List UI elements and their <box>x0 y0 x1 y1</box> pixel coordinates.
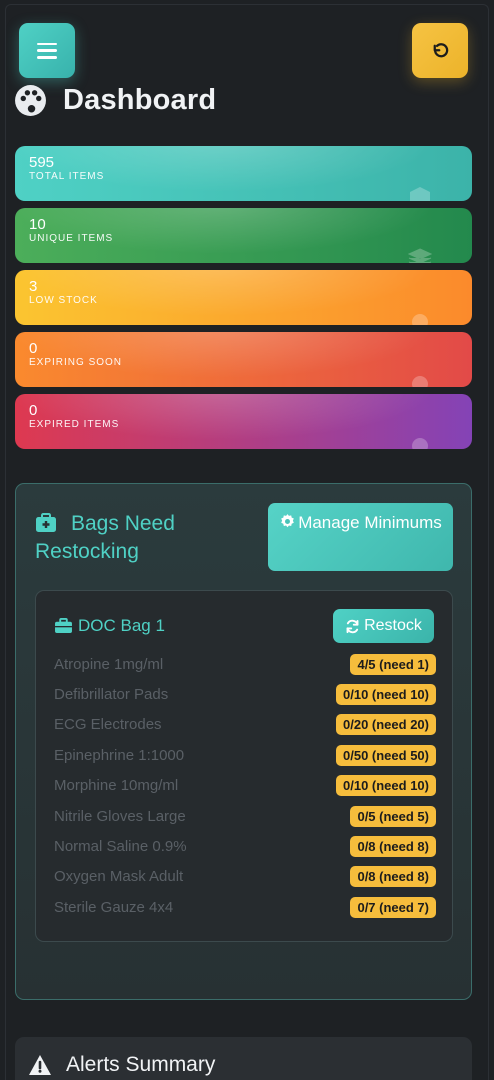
layers-icon <box>408 248 432 263</box>
restock-panel: Bags Need Restocking Manage Minimums DOC… <box>15 483 472 1000</box>
list-item: Atropine 1mg/ml 4/5 (need 1) <box>54 653 436 677</box>
gear-icon <box>281 514 294 528</box>
stat-card-expiring-soon[interactable]: 0 Expiring Soon <box>15 332 472 387</box>
list-item: ECG Electrodes 0/20 (need 20) <box>54 713 436 737</box>
list-item: Normal Saline 0.9% 0/8 (need 8) <box>54 835 436 859</box>
manage-minimums-label: Manage Minimums <box>298 513 442 532</box>
restock-button[interactable]: Restock <box>333 609 434 643</box>
list-item: Defibrillator Pads 0/10 (need 10) <box>54 683 436 707</box>
item-name: Atropine 1mg/ml <box>54 656 164 673</box>
item-name: Sterile Gauze 4x4 <box>54 899 174 916</box>
warning-icon <box>29 1055 51 1075</box>
need-badge: 0/5 (need 5) <box>350 806 436 827</box>
panel-title: Bags Need Restocking <box>35 510 245 566</box>
stat-card-total-items[interactable]: 595 Total Items <box>15 146 472 201</box>
page-header: Dashboard <box>14 82 216 118</box>
x-circle-icon <box>412 438 428 449</box>
list-item: Sterile Gauze 4x4 0/7 (need 7) <box>54 896 436 920</box>
palette-icon <box>15 84 46 116</box>
manage-minimums-button[interactable]: Manage Minimums <box>268 503 453 571</box>
stat-card-expired-items[interactable]: 0 Expired Items <box>15 394 472 449</box>
alerts-title: Alerts Summary <box>28 1053 215 1077</box>
arrow-down-icon <box>412 314 428 325</box>
list-item: Morphine 10mg/ml 0/10 (need 10) <box>54 774 436 798</box>
bag-title: DOC Bag 1 <box>54 616 165 636</box>
refresh-button[interactable] <box>412 23 468 78</box>
alerts-summary-card: Alerts Summary <box>15 1037 472 1080</box>
stat-card-low-stock[interactable]: 3 Low Stock <box>15 270 472 325</box>
stat-value: 3 <box>29 278 38 295</box>
need-badge: 0/10 (need 10) <box>336 775 436 796</box>
stat-value: 0 <box>29 402 38 419</box>
restock-label: Restock <box>364 617 422 634</box>
stat-value: 10 <box>29 216 46 233</box>
need-badge: 4/5 (need 1) <box>350 654 436 675</box>
page-title: Dashboard <box>63 83 217 116</box>
list-item: Oxygen Mask Adult 0/8 (need 8) <box>54 865 436 889</box>
menu-button[interactable] <box>19 23 75 78</box>
need-badge: 0/50 (need 50) <box>336 745 436 766</box>
item-name: Nitrile Gloves Large <box>54 808 186 825</box>
need-badge: 0/8 (need 8) <box>350 836 436 857</box>
stat-label: Total Items <box>29 171 105 182</box>
item-name: Oxygen Mask Adult <box>54 868 184 885</box>
item-name: Epinephrine 1:1000 <box>54 747 185 764</box>
medkit-icon <box>36 513 56 532</box>
stat-card-unique-items[interactable]: 10 Unique Items <box>15 208 472 263</box>
hamburger-icon <box>37 42 57 59</box>
sync-icon <box>346 619 359 633</box>
alerts-title-text: Alerts Summary <box>66 1053 216 1076</box>
stat-label: Expiring Soon <box>29 357 123 368</box>
list-item: Epinephrine 1:1000 0/50 (need 50) <box>54 744 436 768</box>
item-name: ECG Electrodes <box>54 716 162 733</box>
clock-icon <box>412 376 428 387</box>
need-badge: 0/10 (need 10) <box>336 684 436 705</box>
need-badge: 0/8 (need 8) <box>350 866 436 887</box>
bag-card: DOC Bag 1 Restock Atropine 1mg/ml 4/5 (n… <box>35 590 453 942</box>
briefcase-icon <box>55 618 72 634</box>
stat-label: Expired Items <box>29 419 120 430</box>
item-name: Morphine 10mg/ml <box>54 777 179 794</box>
stat-value: 0 <box>29 340 38 357</box>
need-badge: 0/7 (need 7) <box>350 897 436 918</box>
undo-icon <box>433 42 449 57</box>
stat-label: Low Stock <box>29 295 98 306</box>
stat-value: 595 <box>29 154 55 171</box>
list-item: Nitrile Gloves Large 0/5 (need 5) <box>54 805 436 829</box>
stat-label: Unique Items <box>29 233 114 244</box>
item-name: Defibrillator Pads <box>54 686 169 703</box>
item-name: Normal Saline 0.9% <box>54 838 187 855</box>
box-icon <box>410 187 430 201</box>
need-badge: 0/20 (need 20) <box>336 714 436 735</box>
bag-name: DOC Bag 1 <box>78 616 165 635</box>
